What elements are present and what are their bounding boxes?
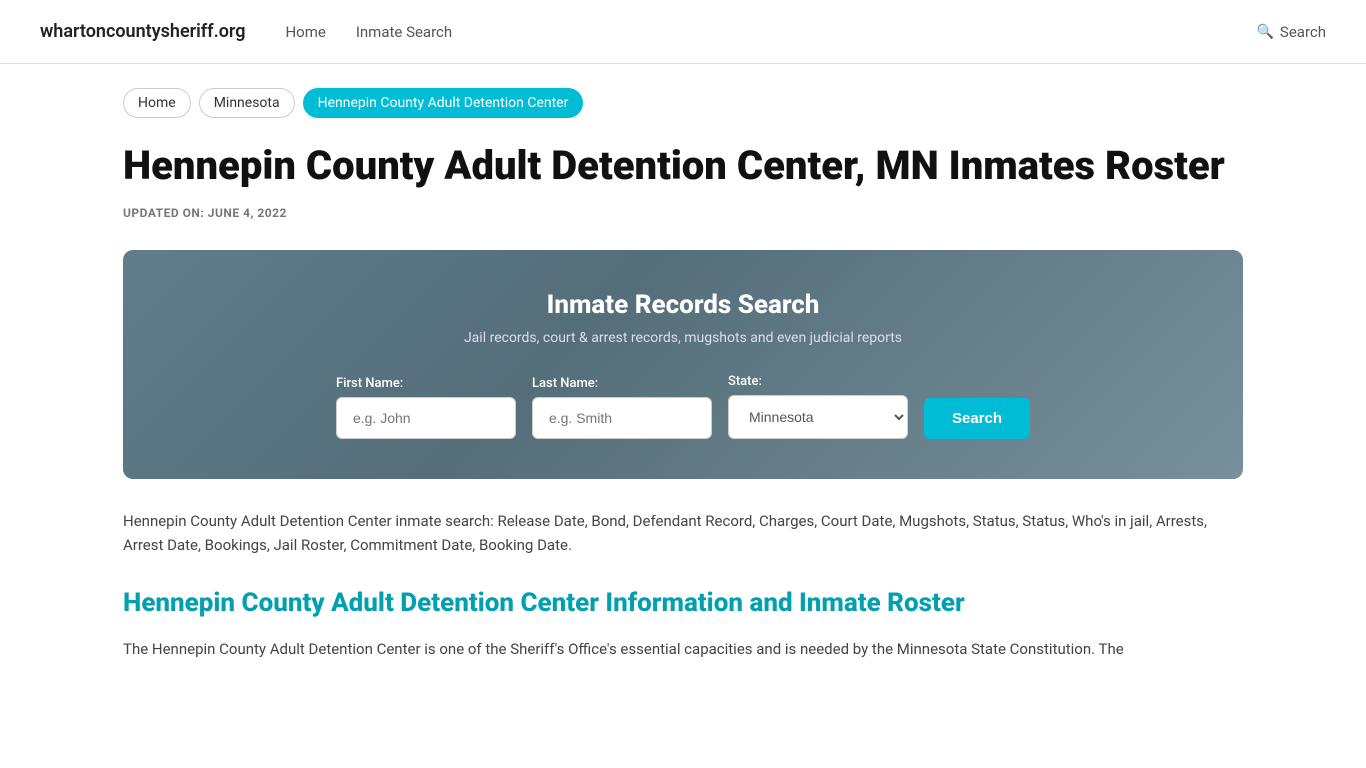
breadcrumb-home[interactable]: Home bbox=[123, 88, 191, 118]
breadcrumb-facility[interactable]: Hennepin County Adult Detention Center bbox=[303, 88, 584, 118]
state-label: State: bbox=[728, 374, 762, 389]
info-section-text: The Hennepin County Adult Detention Cent… bbox=[123, 637, 1243, 663]
last-name-label: Last Name: bbox=[532, 376, 598, 391]
search-icon: 🔍 bbox=[1256, 24, 1273, 40]
search-widget-subtitle: Jail records, court & arrest records, mu… bbox=[203, 330, 1163, 346]
search-button[interactable]: Search bbox=[924, 398, 1030, 439]
first-name-group: First Name: bbox=[336, 376, 516, 439]
nav-inmate-search[interactable]: Inmate Search bbox=[356, 23, 452, 41]
search-form: First Name: Last Name: State: Minnesota … bbox=[203, 374, 1163, 439]
header-search-label: Search bbox=[1280, 23, 1326, 41]
page-title: Hennepin County Adult Detention Center, … bbox=[123, 142, 1243, 190]
breadcrumb: Home Minnesota Hennepin County Adult Det… bbox=[123, 88, 1243, 118]
state-group: State: Minnesota Alabama Alaska Arizona … bbox=[728, 374, 908, 439]
header-search[interactable]: 🔍 Search bbox=[1256, 23, 1326, 41]
search-widget-title: Inmate Records Search bbox=[203, 290, 1163, 320]
site-header: whartoncountysheriff.org Home Inmate Sea… bbox=[0, 0, 1366, 64]
updated-date-value: JUNE 4, 2022 bbox=[208, 206, 287, 220]
search-widget: Inmate Records Search Jail records, cour… bbox=[123, 250, 1243, 479]
site-nav: Home Inmate Search bbox=[285, 23, 1216, 41]
updated-prefix: UPDATED ON: bbox=[123, 206, 204, 220]
site-logo[interactable]: whartoncountysheriff.org bbox=[40, 21, 245, 42]
info-section-heading: Hennepin County Adult Detention Center I… bbox=[123, 587, 1243, 621]
nav-home[interactable]: Home bbox=[285, 23, 325, 41]
updated-date: UPDATED ON: JUNE 4, 2022 bbox=[123, 206, 1243, 220]
first-name-input[interactable] bbox=[336, 397, 516, 439]
last-name-input[interactable] bbox=[532, 397, 712, 439]
breadcrumb-minnesota[interactable]: Minnesota bbox=[199, 88, 295, 118]
main-content: Home Minnesota Hennepin County Adult Det… bbox=[83, 64, 1283, 702]
description-text: Hennepin County Adult Detention Center i… bbox=[123, 509, 1243, 557]
state-select[interactable]: Minnesota Alabama Alaska Arizona Arkansa… bbox=[728, 395, 908, 439]
first-name-label: First Name: bbox=[336, 376, 403, 391]
last-name-group: Last Name: bbox=[532, 376, 712, 439]
